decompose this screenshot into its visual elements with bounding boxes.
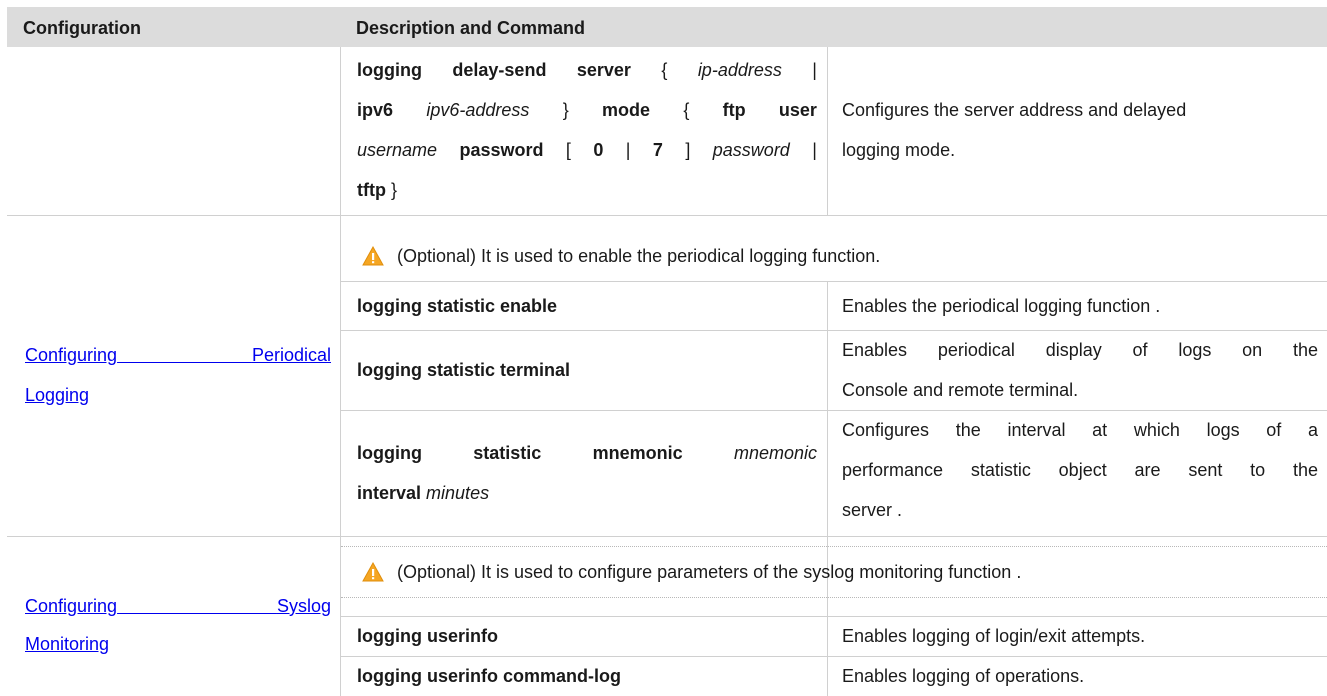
command-line: username password [ 0 | 7 ] password | bbox=[357, 140, 817, 160]
table-header: Configuration Description and Command bbox=[7, 7, 1327, 47]
column-divider bbox=[827, 47, 828, 215]
table-row-description: Console and remote terminal. bbox=[842, 380, 1079, 400]
table-row-description: Enables periodical display of logs on th… bbox=[842, 340, 1318, 360]
row-description: Configures the server address and delaye… bbox=[842, 100, 1187, 120]
command-line: ipv6 ipv6-address } mode { ftp user bbox=[357, 100, 817, 120]
note-divider bbox=[341, 597, 1327, 598]
header-configuration: Configuration bbox=[23, 18, 141, 38]
table-row-description: Enables the periodical logging function … bbox=[842, 296, 1161, 316]
periodical-note: (Optional) It is used to enable the peri… bbox=[397, 246, 881, 266]
table-row-command: logging userinfo command-log bbox=[357, 666, 621, 686]
warning-triangle-icon bbox=[362, 246, 384, 266]
config-table: Configuration Description and Command lo… bbox=[0, 0, 1327, 696]
table-row-command: logging userinfo bbox=[357, 626, 498, 646]
configuring-syslog-monitoring-link[interactable]: Configuring Syslog bbox=[25, 586, 331, 626]
configuring-periodical-logging-link-line2[interactable]: Logging bbox=[25, 375, 89, 415]
table-row-description: Enables logging of operations. bbox=[842, 666, 1085, 686]
row-divider bbox=[7, 215, 1327, 216]
row-divider bbox=[7, 536, 1327, 537]
command-line: tftp } bbox=[357, 180, 398, 200]
table-row-command: interval minutes bbox=[357, 483, 490, 503]
table-row-command: logging statistic enable bbox=[357, 296, 558, 316]
table-row-description: Configures the interval at which logs of… bbox=[842, 420, 1318, 440]
syslog-note: (Optional) It is used to configure param… bbox=[397, 562, 1022, 582]
warning-triangle-icon bbox=[362, 562, 384, 582]
table-row-description: performance statistic object are sent to… bbox=[842, 460, 1318, 480]
table-row-description: Enables logging of login/exit attempts. bbox=[842, 626, 1146, 646]
command-line: logging delay-send server { ip-address | bbox=[357, 60, 817, 80]
note-divider bbox=[341, 546, 1327, 547]
table-row-command: logging statistic mnemonic mnemonic bbox=[357, 443, 817, 463]
row-divider bbox=[341, 281, 1327, 282]
configuring-syslog-monitoring-link-line2[interactable]: Monitoring bbox=[25, 624, 109, 664]
table-row-description: server . bbox=[842, 500, 903, 520]
column-divider bbox=[340, 47, 341, 696]
table-row-command: logging statistic terminal bbox=[357, 360, 571, 380]
row-description: logging mode. bbox=[842, 140, 956, 160]
configuring-periodical-logging-link[interactable]: Configuring Periodical bbox=[25, 335, 331, 375]
header-description: Description and Command bbox=[356, 18, 586, 38]
